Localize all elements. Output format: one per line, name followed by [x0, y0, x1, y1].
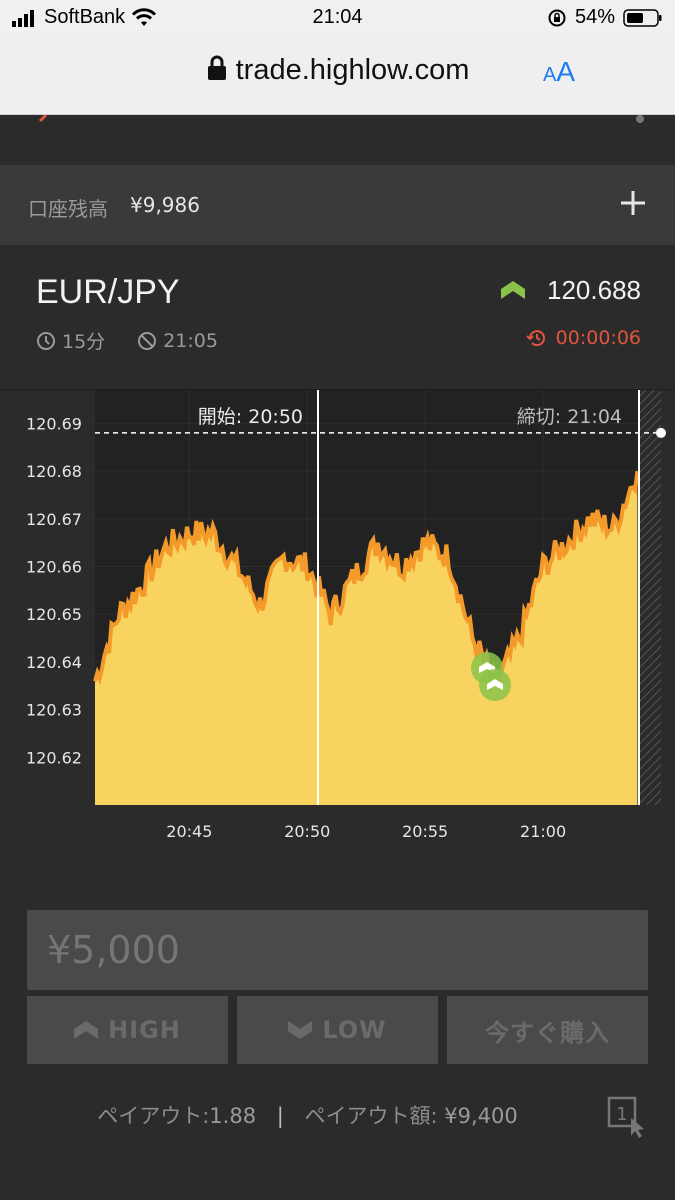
amount-input[interactable]	[27, 910, 648, 990]
trade-buttons: HIGH LOW 今すぐ購入	[27, 996, 648, 1064]
payout-label: ペイアウト:	[97, 1104, 210, 1128]
high-button[interactable]: HIGH	[27, 996, 228, 1064]
end-label: 締切: 21:04	[517, 406, 622, 428]
high-arrow-icon	[74, 1021, 99, 1039]
clock-icon	[37, 331, 55, 350]
account-balance-bar: 口座残高 ¥9,986	[0, 165, 675, 245]
text-size-button[interactable]: AA	[543, 56, 575, 88]
y-tick-label: 120.64	[26, 653, 82, 672]
y-tick-label: 120.67	[26, 510, 82, 529]
price-chart[interactable]: 開始: 20:50 締切: 21:04 120.69 120.68 120.67 12…	[0, 390, 675, 860]
asset-price: 120.688	[547, 275, 641, 305]
browser-address-bar[interactable]: trade.highlow.com AA	[0, 36, 675, 115]
payout-amount-value: ¥9,400	[444, 1104, 518, 1128]
url-text: trade.highlow.com	[235, 54, 470, 86]
payout-separator: |	[276, 1104, 284, 1128]
x-tick-label: 21:00	[520, 822, 566, 841]
balance-value: ¥9,986	[130, 193, 200, 217]
start-label: 開始: 20:50	[198, 406, 303, 428]
y-tick-label: 120.68	[26, 462, 82, 481]
asset-meta: 15分 21:05	[36, 327, 218, 354]
closed-zone	[640, 390, 661, 805]
balance-label: 口座残高	[28, 197, 108, 221]
no-entry-icon	[138, 331, 157, 350]
buy-now-button[interactable]: 今すぐ購入	[447, 996, 648, 1064]
x-tick-label: 20:50	[284, 822, 330, 841]
y-tick-label: 120.63	[26, 701, 82, 720]
low-label: LOW	[322, 1016, 387, 1044]
menu-dot-icon[interactable]	[635, 115, 645, 125]
countdown-value: 00:00:06	[555, 327, 641, 349]
payout-amount-label: ペイアウト額:	[304, 1104, 438, 1128]
duration: 15分	[62, 331, 106, 353]
low-arrow-icon	[288, 1021, 313, 1039]
x-tick-label: 20:45	[166, 822, 212, 841]
battery-icon	[623, 8, 662, 27]
lock-icon	[207, 55, 226, 80]
high-label: HIGH	[108, 1016, 181, 1044]
amount-field[interactable]	[27, 910, 648, 990]
y-tick-label: 120.62	[26, 748, 82, 767]
status-bar: SoftBank 21:04 54%	[0, 0, 675, 36]
history-icon	[525, 330, 545, 347]
expiry-time: 21:05	[163, 329, 218, 352]
up-arrow-icon	[501, 281, 525, 299]
buy-now-label: 今すぐ購入	[485, 1018, 610, 1047]
x-tick-label: 20:55	[402, 822, 448, 841]
app-header-strip	[0, 115, 675, 165]
current-price-dot	[656, 427, 666, 438]
one-click-icon[interactable]: 1	[607, 1096, 649, 1138]
svg-text:1: 1	[616, 1104, 627, 1125]
back-icon[interactable]	[36, 115, 50, 129]
battery-percent: 54%	[574, 6, 615, 28]
payout-info: ペイアウト:1.88 | ペイアウト額: ¥9,400	[0, 1100, 675, 1130]
countdown: 00:00:06	[525, 327, 641, 349]
y-tick-label: 120.66	[26, 557, 82, 576]
low-button[interactable]: LOW	[237, 996, 438, 1064]
y-tick-label: 120.69	[26, 414, 82, 433]
asset-pair: EUR/JPY	[36, 273, 180, 311]
y-tick-label: 120.65	[26, 605, 82, 624]
payout-value: 1.88	[209, 1104, 257, 1128]
asset-info: EUR/JPY 120.688 15分 21:05 00:00:06	[0, 245, 675, 390]
add-funds-icon[interactable]	[613, 183, 653, 223]
rotation-lock-icon	[548, 9, 566, 26]
